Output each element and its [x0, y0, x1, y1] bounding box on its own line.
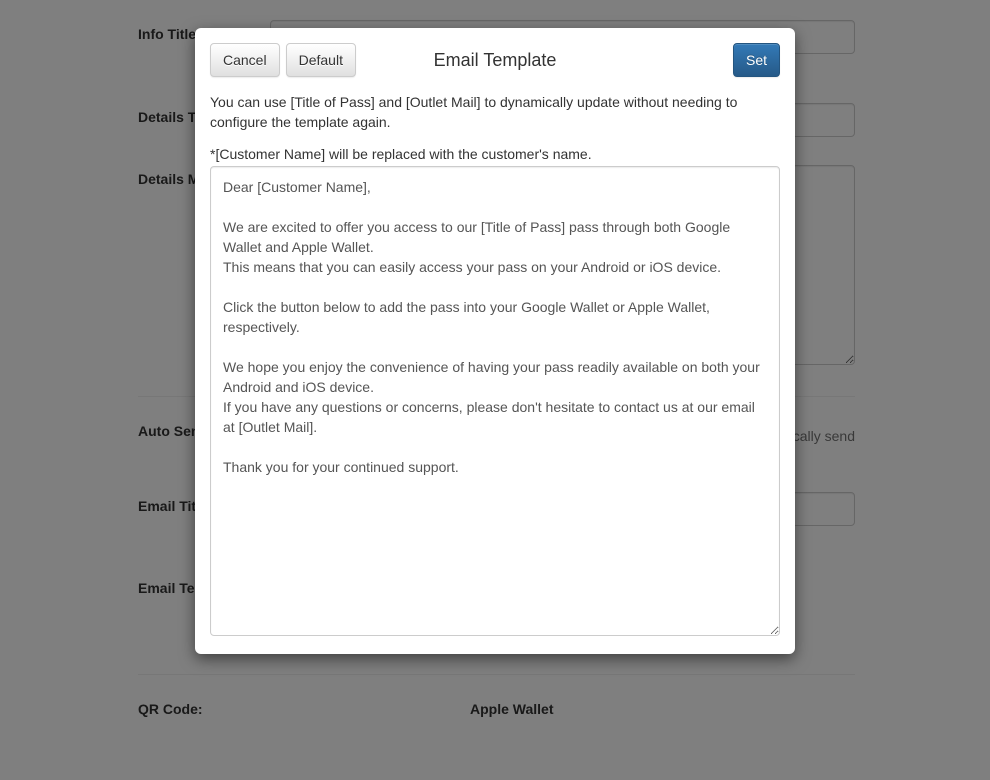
email-template-modal: Cancel Default Email Template Set You ca… [195, 28, 795, 654]
modal-note: *[Customer Name] will be replaced with t… [210, 146, 780, 162]
modal-title: Email Template [434, 50, 557, 71]
template-textarea[interactable] [210, 166, 780, 636]
modal-description: You can use [Title of Pass] and [Outlet … [210, 92, 780, 132]
set-button[interactable]: Set [733, 43, 780, 77]
default-button[interactable]: Default [286, 43, 356, 77]
modal-body: You can use [Title of Pass] and [Outlet … [195, 92, 795, 654]
modal-header: Cancel Default Email Template Set [195, 28, 795, 92]
cancel-button[interactable]: Cancel [210, 43, 280, 77]
modal-overlay[interactable]: Cancel Default Email Template Set You ca… [0, 0, 990, 780]
